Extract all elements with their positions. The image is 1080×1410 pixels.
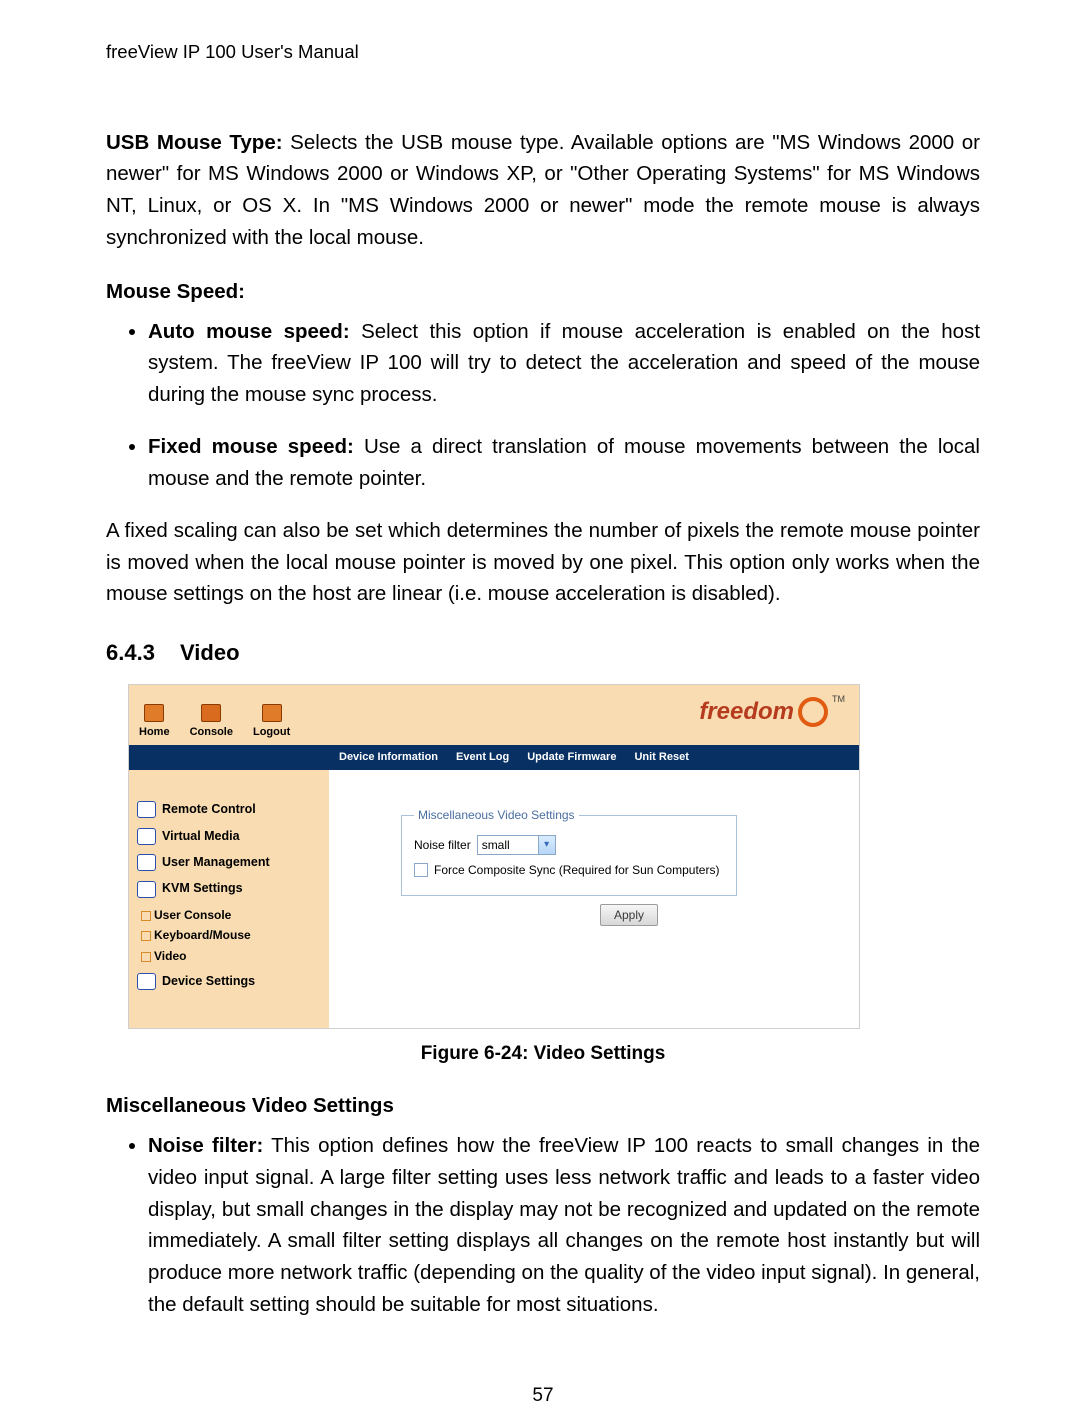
figure-video-settings: Home Console Logout freedom TM xyxy=(128,684,980,1029)
nav-home[interactable]: Home xyxy=(139,704,170,741)
noise-filter-value: small xyxy=(478,836,538,855)
brand-circle-icon xyxy=(798,697,828,727)
apply-button[interactable]: Apply xyxy=(600,904,658,926)
force-composite-sync-checkbox[interactable] xyxy=(414,863,428,877)
sidebar-sub-keyboard-mouse[interactable]: Keyboard/Mouse xyxy=(141,926,321,945)
paragraph-fixed-scaling: A fixed scaling can also be set which de… xyxy=(106,515,980,610)
misc-video-list: Noise filter: This option defines how th… xyxy=(106,1130,980,1321)
sidebar-item-label: Device Settings xyxy=(162,972,255,991)
page-number: 57 xyxy=(106,1381,980,1410)
misc-video-settings-fieldset: Miscellaneous Video Settings Noise filte… xyxy=(401,806,737,896)
logout-icon xyxy=(262,704,282,722)
sidebar: Remote Control Virtual Media User Manage… xyxy=(129,770,329,1028)
sidebar-item-user-management[interactable]: User Management xyxy=(137,853,321,872)
section-title: Video xyxy=(180,640,240,665)
brand-logo: freedom TM xyxy=(699,693,845,730)
sidebar-sub-video[interactable]: Video xyxy=(141,947,321,966)
figure-caption: Figure 6-24: Video Settings xyxy=(106,1039,980,1068)
list-item: Fixed mouse speed: Use a direct translat… xyxy=(148,431,980,495)
brand-text: freedom xyxy=(699,693,794,730)
nav-home-label: Home xyxy=(139,724,170,741)
sidebar-item-virtual-media[interactable]: Virtual Media xyxy=(137,827,321,846)
noise-filter-body: This option defines how the freeView IP … xyxy=(148,1134,980,1316)
nav-console-label: Console xyxy=(190,724,233,741)
section-number: 6.4.3 xyxy=(106,636,180,670)
menu-device-information[interactable]: Device Information xyxy=(339,749,438,766)
sidebar-item-device-settings[interactable]: Device Settings xyxy=(137,972,321,991)
mouse-speed-heading: Mouse Speed: xyxy=(106,276,980,308)
blue-menu-bar: Device Information Event Log Update Firm… xyxy=(129,745,859,770)
sidebar-item-remote-control[interactable]: Remote Control xyxy=(137,800,321,819)
app-topbar: Home Console Logout freedom TM xyxy=(129,685,859,745)
running-header: freeView IP 100 User's Manual xyxy=(106,38,980,67)
nav-console[interactable]: Console xyxy=(190,704,233,741)
list-item: Noise filter: This option defines how th… xyxy=(148,1130,980,1321)
noise-filter-select[interactable]: small ▾ xyxy=(477,835,556,855)
chevron-down-icon: ▾ xyxy=(538,836,555,854)
paragraph-usb: USB Mouse Type: Selects the USB mouse ty… xyxy=(106,127,980,254)
console-icon xyxy=(201,704,221,722)
nav-logout-label: Logout xyxy=(253,724,290,741)
monitor-icon xyxy=(137,801,156,818)
misc-video-heading: Miscellaneous Video Settings xyxy=(106,1090,980,1122)
noise-filter-lead: Noise filter: xyxy=(148,1134,263,1157)
square-bullet-icon xyxy=(141,931,151,941)
disc-icon xyxy=(137,828,156,845)
section-heading: 6.4.3Video xyxy=(106,636,980,670)
sidebar-item-kvm-settings[interactable]: KVM Settings xyxy=(137,879,321,898)
auto-label: Auto mouse speed: xyxy=(148,320,350,343)
top-nav: Home Console Logout xyxy=(139,704,290,741)
menu-event-log[interactable]: Event Log xyxy=(456,749,509,766)
kvm-icon xyxy=(137,881,156,898)
force-composite-sync-label: Force Composite Sync (Required for Sun C… xyxy=(434,861,719,880)
sidebar-sub-user-console[interactable]: User Console xyxy=(141,906,321,925)
menu-update-firmware[interactable]: Update Firmware xyxy=(527,749,616,766)
brand-tm: TM xyxy=(832,693,845,707)
sidebar-item-label: User Management xyxy=(162,853,270,872)
device-icon xyxy=(137,973,156,990)
app-window: Home Console Logout freedom TM xyxy=(128,684,860,1029)
menu-unit-reset[interactable]: Unit Reset xyxy=(634,749,688,766)
usb-label: USB Mouse Type: xyxy=(106,131,283,154)
square-bullet-icon xyxy=(141,911,151,921)
main-panel: Miscellaneous Video Settings Noise filte… xyxy=(329,770,859,1028)
home-icon xyxy=(144,704,164,722)
nav-logout[interactable]: Logout xyxy=(253,704,290,741)
square-bullet-icon xyxy=(141,952,151,962)
sidebar-item-label: KVM Settings xyxy=(162,879,243,898)
users-icon xyxy=(137,854,156,871)
sidebar-item-label: Remote Control xyxy=(162,800,256,819)
noise-filter-label: Noise filter xyxy=(414,836,471,855)
fixed-label: Fixed mouse speed: xyxy=(148,435,354,458)
mouse-speed-list: Auto mouse speed: Select this option if … xyxy=(106,316,980,495)
sidebar-item-label: Virtual Media xyxy=(162,827,240,846)
fieldset-legend: Miscellaneous Video Settings xyxy=(414,806,579,825)
list-item: Auto mouse speed: Select this option if … xyxy=(148,316,980,411)
